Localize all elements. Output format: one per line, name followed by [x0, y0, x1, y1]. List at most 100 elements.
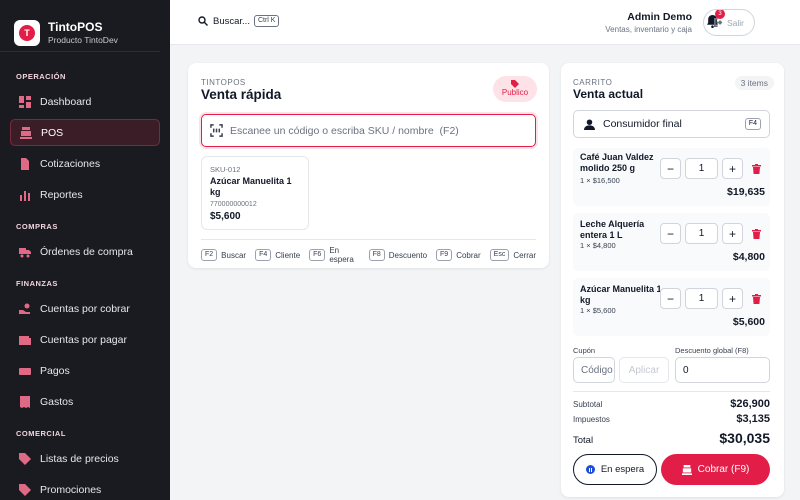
- tag-icon: [511, 80, 519, 88]
- sidebar-item-label: Promociones: [40, 483, 102, 496]
- sidebar-item-cotizaciones[interactable]: Cotizaciones: [10, 150, 160, 177]
- section-compras: COMPRAS: [16, 222, 58, 231]
- item-name: Azúcar Manuelita 1 kg: [580, 284, 662, 305]
- sidebar-item-dashboard[interactable]: Dashboard: [10, 88, 160, 115]
- item-name: Café Juan Valdez molido 250 g: [580, 152, 654, 173]
- shortcut-label: En espera: [329, 246, 354, 264]
- increase-button[interactable]: +: [722, 288, 743, 309]
- global-search[interactable]: Buscar... Ctrl K: [198, 15, 280, 27]
- sidebar-item-label: Gastos: [40, 395, 74, 408]
- scan-input[interactable]: [230, 124, 530, 137]
- user-name: Admin Demo: [627, 11, 692, 23]
- user-info: Admin Demo Ventas, inventario y caja: [605, 11, 692, 36]
- decrease-button[interactable]: −: [660, 158, 681, 179]
- subtotal-row: Subtotal $26,900: [573, 398, 770, 410]
- receipt-icon: [18, 395, 32, 409]
- logout-label: Salir: [726, 17, 744, 28]
- quantity-stepper: − 1 +: [660, 223, 762, 244]
- discount-input[interactable]: 0: [675, 357, 770, 383]
- product-name: Azúcar Manuelita 1 kg: [210, 176, 292, 197]
- sidebar-item-ordenes[interactable]: Órdenes de compra: [10, 238, 160, 265]
- item-unit-price: 1 × $4,800: [580, 241, 616, 250]
- decrease-button[interactable]: −: [660, 288, 681, 309]
- item-total: $4,800: [732, 251, 765, 263]
- register-icon: [681, 464, 692, 475]
- cart-line-item: Azúcar Manuelita 1 kg 1 × $5,600 − 1 + $…: [573, 278, 770, 336]
- sidebar-item-gastos[interactable]: Gastos: [10, 388, 160, 415]
- dashboard-icon: [18, 95, 32, 109]
- coupon-input[interactable]: Código: [573, 357, 615, 383]
- product-card[interactable]: SKU-012 Azúcar Manuelita 1 kg 7700000000…: [201, 156, 309, 230]
- sidebar-item-pagos[interactable]: Pagos: [10, 357, 160, 384]
- sale-title: Venta rápida: [201, 87, 282, 102]
- sidebar-item-label: Reportes: [40, 188, 83, 201]
- quantity-field[interactable]: 1: [685, 288, 718, 309]
- sidebar-item-cuentas-pagar[interactable]: Cuentas por pagar: [10, 326, 160, 353]
- hand-coin-icon: [18, 302, 32, 316]
- register-icon: [19, 126, 33, 140]
- trash-icon: [752, 163, 761, 174]
- quick-sale-panel: TINTOPOS Venta rápida Publico SKU-012 Az…: [188, 63, 549, 268]
- keyboard-shortcuts: F2 Buscar F4 Cliente F6 En espera F8 Descuen…: [201, 239, 536, 264]
- brand-subtitle: Producto TintoDev: [48, 34, 118, 45]
- sidebar-item-label: Cuentas por pagar: [40, 333, 127, 346]
- shortcut-key: F9: [436, 249, 453, 261]
- logout-button[interactable]: Salir: [703, 9, 755, 36]
- wallet-icon: [18, 333, 32, 347]
- user-icon: [584, 118, 595, 130]
- charge-button[interactable]: Cobrar (F9): [661, 454, 770, 485]
- decrease-button[interactable]: −: [660, 223, 681, 244]
- sidebar: T TintoPOS Producto TintoDev OPERACIÓN D…: [0, 0, 170, 500]
- cash-icon: [18, 364, 32, 378]
- brand-logo-letter: T: [19, 24, 35, 41]
- cart-line-item: Café Juan Valdez molido 250 g 1 × $16,50…: [573, 148, 770, 206]
- brand-logo: T: [14, 19, 40, 46]
- increase-button[interactable]: +: [722, 158, 743, 179]
- customer-shortcut: F4: [744, 118, 761, 130]
- discount-label: Descuento global (F8): [675, 346, 749, 355]
- item-total: $19,635: [727, 186, 765, 198]
- product-sku: SKU-012: [210, 165, 241, 174]
- quantity-stepper: − 1 +: [660, 158, 762, 179]
- apply-coupon-button[interactable]: Aplicar: [619, 357, 669, 383]
- barcode-scan-icon: [210, 124, 223, 137]
- product-barcode: 770000000012: [210, 201, 257, 208]
- quantity-field[interactable]: 1: [685, 158, 718, 179]
- remove-item-button[interactable]: [752, 163, 762, 174]
- sidebar-item-listas-precios[interactable]: Listas de precios: [10, 445, 160, 472]
- sidebar-item-label: Cuentas por cobrar: [40, 302, 130, 315]
- sidebar-item-cuentas-cobrar[interactable]: Cuentas por cobrar: [10, 295, 160, 322]
- shortcut-f2: F2 Buscar: [201, 249, 246, 261]
- truck-icon: [18, 245, 32, 259]
- total-value: $30,035: [719, 430, 770, 446]
- cart-title: Venta actual: [573, 87, 644, 101]
- sidebar-item-label: Dashboard: [40, 95, 92, 108]
- quantity-stepper: − 1 +: [660, 288, 762, 309]
- hold-sale-button[interactable]: En espera: [573, 454, 657, 485]
- coupon-label: Cupón: [573, 346, 596, 355]
- remove-item-button[interactable]: [752, 293, 762, 304]
- sidebar-item-promociones[interactable]: Promociones: [10, 476, 160, 500]
- increase-button[interactable]: +: [722, 223, 743, 244]
- shortcut-label: Cerrar: [513, 250, 536, 260]
- cart-item-count: 3 items: [734, 76, 774, 90]
- shortcut-f8: F8 Descuento: [368, 249, 427, 261]
- search-label: Buscar...: [213, 15, 250, 27]
- search-icon: [198, 16, 208, 26]
- price-list-badge[interactable]: Publico: [493, 76, 537, 102]
- tax-value: $3,135: [736, 413, 770, 425]
- shortcut-label: Cliente: [275, 250, 301, 260]
- tag-icon: [18, 452, 32, 466]
- bar-chart-icon: [18, 188, 32, 202]
- sidebar-item-label: Cotizaciones: [40, 157, 101, 170]
- sidebar-item-pos[interactable]: POS: [10, 119, 160, 146]
- scan-field[interactable]: [201, 114, 536, 147]
- total-label: Total: [573, 435, 594, 446]
- quantity-field[interactable]: 1: [685, 223, 718, 244]
- customer-selector[interactable]: Consumidor final F4: [573, 110, 770, 138]
- remove-item-button[interactable]: [752, 228, 762, 239]
- shortcut-f9: F9 Cobrar: [436, 249, 481, 261]
- sidebar-item-reportes[interactable]: Reportes: [10, 181, 160, 208]
- total-row: Total $30,035: [573, 430, 770, 446]
- hold-sale-label: En espera: [600, 464, 645, 475]
